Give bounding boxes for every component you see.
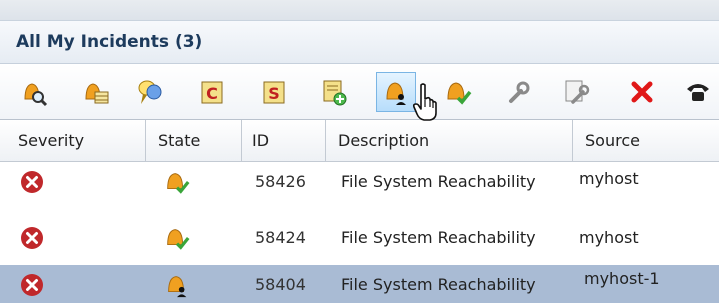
bell-check-icon <box>167 173 190 194</box>
critical-x-icon <box>21 227 43 249</box>
toolbar-add-button[interactable] <box>314 72 354 112</box>
toolbar-view-button[interactable] <box>14 72 54 112</box>
incident-id: 58424 <box>255 228 306 247</box>
toolbar-delete-button[interactable] <box>622 72 662 112</box>
column-severity[interactable]: Severity <box>0 120 146 162</box>
toolbar-comment-button[interactable] <box>130 72 170 112</box>
incident-source: myhost <box>579 169 639 188</box>
bell-search-icon <box>24 83 48 107</box>
table-header: Severity State ID Description Source <box>0 120 719 162</box>
document-add-icon <box>323 80 347 106</box>
incident-source: myhost <box>579 228 639 247</box>
toolbar-call-button[interactable] <box>678 72 718 112</box>
incident-description: File System Reachability <box>341 172 536 191</box>
column-id[interactable]: ID <box>242 120 326 162</box>
window-top-band <box>0 0 719 20</box>
incident-id: 58404 <box>255 275 306 294</box>
bell-check-icon <box>447 82 472 105</box>
toolbar-edit-button[interactable] <box>556 72 596 112</box>
incident-id: 58426 <box>255 172 306 191</box>
incident-source: myhost-1 <box>584 269 660 288</box>
table-row-selected[interactable]: 58404 File System Reachability myhost-1 <box>0 265 719 303</box>
document-wrench-icon <box>565 80 590 104</box>
column-description[interactable]: Description <box>326 120 573 162</box>
c-clipboard-icon: C <box>201 81 223 104</box>
svg-text:C: C <box>206 84 218 103</box>
toolbar-acknowledge-button[interactable] <box>438 72 478 112</box>
bell-check-icon <box>167 229 190 250</box>
incident-description: File System Reachability <box>341 275 536 294</box>
s-clipboard-icon: S <box>263 81 285 104</box>
table-row[interactable]: 58426 File System Reachability myhost <box>0 162 719 202</box>
panel-header: All My Incidents (3) <box>0 20 719 64</box>
wrench-icon <box>509 81 530 103</box>
red-x-icon <box>631 81 653 103</box>
toolbar-details-button[interactable] <box>76 72 116 112</box>
critical-x-icon <box>21 171 43 193</box>
critical-x-icon <box>21 274 43 296</box>
incident-description: File System Reachability <box>341 228 536 247</box>
bell-user-icon <box>386 82 406 105</box>
balloon-comment-icon <box>138 80 162 104</box>
toolbar-c-button[interactable]: C <box>192 72 232 112</box>
svg-text:S: S <box>268 84 280 103</box>
telephone-icon <box>687 84 709 101</box>
bell-table-icon <box>85 83 109 104</box>
column-state[interactable]: State <box>146 120 242 162</box>
panel-title: All My Incidents (3) <box>16 32 203 52</box>
toolbar-s-button[interactable]: S <box>254 72 294 112</box>
toolbar: C S <box>0 64 719 120</box>
column-source[interactable]: Source <box>573 120 719 162</box>
bell-user-icon <box>168 276 187 298</box>
table-row[interactable]: 58424 File System Reachability myhost <box>0 218 719 258</box>
toolbar-assign-button[interactable] <box>376 72 416 112</box>
toolbar-manage-button[interactable] <box>498 72 538 112</box>
